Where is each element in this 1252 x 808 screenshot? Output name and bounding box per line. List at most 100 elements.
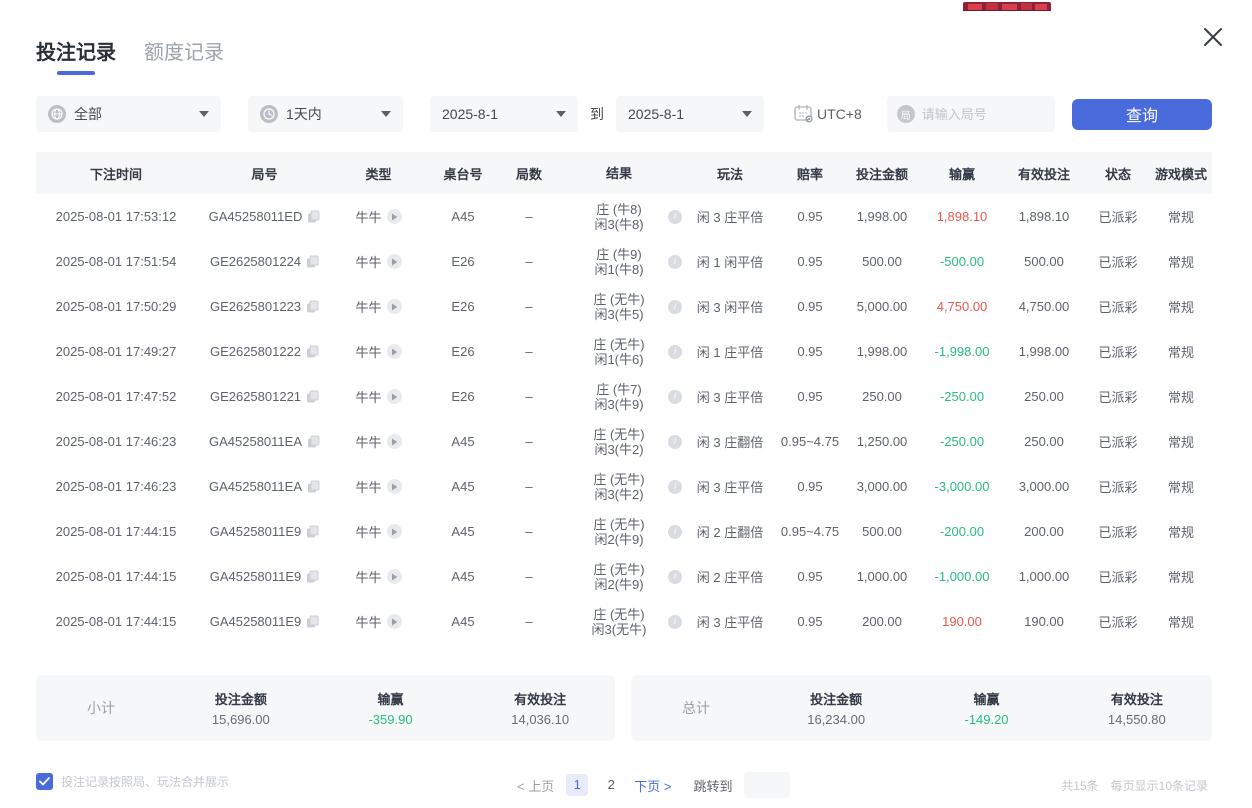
play-video-icon[interactable] bbox=[387, 299, 402, 314]
bet-amount: 250.00 bbox=[842, 389, 922, 404]
result-cell: 庄 (无牛) 闲2(牛9) i bbox=[556, 562, 682, 592]
play-video-icon[interactable] bbox=[387, 614, 402, 629]
time-range-dropdown[interactable]: 1天内 bbox=[248, 96, 403, 132]
round-number-cell: GA45258011E9 bbox=[196, 524, 333, 539]
category-value: 全部 bbox=[74, 104, 102, 124]
play-video-icon[interactable] bbox=[387, 209, 402, 224]
merge-option: 投注记录按照局、玩法合并展示 bbox=[36, 773, 229, 790]
odds: 0.95~4.75 bbox=[778, 524, 842, 539]
table-row: 2025-08-01 17:49:27 GE2625801222 牛牛 E26 … bbox=[36, 329, 1212, 374]
bet-amount: 3,000.00 bbox=[842, 479, 922, 494]
round-number-icon: 局 bbox=[897, 105, 915, 123]
game-type-cell: 牛牛 bbox=[333, 522, 424, 541]
odds: 0.95 bbox=[778, 254, 842, 269]
prev-page-button[interactable]: < 上页 bbox=[517, 776, 554, 795]
play-video-icon[interactable] bbox=[387, 569, 402, 584]
copy-icon[interactable] bbox=[306, 615, 319, 629]
copy-icon[interactable] bbox=[306, 570, 319, 584]
result-cell: 庄 (牛8) 闲3(牛8) i bbox=[556, 202, 682, 232]
game-mode: 常规 bbox=[1150, 252, 1212, 271]
result-player: 闲1(牛6) bbox=[556, 352, 682, 367]
round-count: – bbox=[502, 434, 556, 449]
round-number: GE2625801221 bbox=[210, 389, 301, 404]
round-search-input[interactable] bbox=[922, 107, 1032, 122]
info-icon[interactable]: i bbox=[668, 480, 682, 494]
table-row: 2025-08-01 17:44:15 GA45258011E9 牛牛 A45 … bbox=[36, 554, 1212, 599]
tab-bet-records[interactable]: 投注记录 bbox=[36, 36, 116, 75]
subtotal-winloss: 输赢 -359.90 bbox=[316, 689, 466, 727]
round-search: 局 bbox=[887, 96, 1055, 132]
page-button-2[interactable]: 2 bbox=[600, 774, 622, 796]
date-from-dropdown[interactable]: 2025-8-1 bbox=[430, 96, 578, 132]
copy-icon[interactable] bbox=[306, 255, 319, 269]
info-icon[interactable]: i bbox=[668, 615, 682, 629]
game-type: 牛牛 bbox=[355, 477, 381, 496]
valid-bet: 200.00 bbox=[1002, 524, 1086, 539]
round-number-cell: GE2625801224 bbox=[196, 254, 333, 269]
play-video-icon[interactable] bbox=[387, 344, 402, 359]
round-number: GA45258011EA bbox=[209, 434, 302, 449]
play-method: 闲 3 庄平倍 bbox=[682, 612, 778, 631]
win-loss: -200.00 bbox=[922, 524, 1002, 539]
copy-icon[interactable] bbox=[306, 345, 319, 359]
win-loss: 4,750.00 bbox=[922, 299, 1002, 314]
round-number-cell: GA45258011ED bbox=[196, 209, 333, 224]
info-icon[interactable]: i bbox=[668, 390, 682, 404]
copy-icon[interactable] bbox=[306, 300, 319, 314]
play-video-icon[interactable] bbox=[387, 479, 402, 494]
tab-quota-records[interactable]: 额度记录 bbox=[144, 36, 224, 75]
result-cell: 庄 (无牛) 闲3(无牛) i bbox=[556, 607, 682, 637]
valid-bet: 1,000.00 bbox=[1002, 569, 1086, 584]
merge-checkbox[interactable] bbox=[36, 773, 53, 790]
jump-to-input[interactable] bbox=[744, 772, 790, 798]
info-icon[interactable]: i bbox=[668, 435, 682, 449]
timezone-display[interactable]: UTC+8 bbox=[794, 105, 862, 123]
info-icon[interactable]: i bbox=[668, 570, 682, 584]
result-player: 闲3(无牛) bbox=[556, 622, 682, 637]
valid-bet: 1,998.00 bbox=[1002, 344, 1086, 359]
info-icon[interactable]: i bbox=[668, 255, 682, 269]
game-type-cell: 牛牛 bbox=[333, 477, 424, 496]
round-number-cell: GA45258011EA bbox=[196, 434, 333, 449]
bet-time: 2025-08-01 17:44:15 bbox=[36, 524, 196, 539]
copy-icon[interactable] bbox=[307, 435, 320, 449]
status-badge: 已派彩 bbox=[1086, 477, 1150, 496]
info-icon[interactable]: i bbox=[668, 210, 682, 224]
copy-icon[interactable] bbox=[306, 525, 319, 539]
category-dropdown[interactable]: 全部 bbox=[36, 96, 221, 132]
info-icon[interactable]: i bbox=[668, 300, 682, 314]
table-row: 2025-08-01 17:53:12 GA45258011ED 牛牛 A45 … bbox=[36, 194, 1212, 239]
play-video-icon[interactable] bbox=[387, 389, 402, 404]
win-loss: -250.00 bbox=[922, 434, 1002, 449]
table-row: 2025-08-01 17:44:15 GA45258011E9 牛牛 A45 … bbox=[36, 599, 1212, 644]
table-number: E26 bbox=[424, 389, 502, 404]
status-badge: 已派彩 bbox=[1086, 432, 1150, 451]
next-page-button[interactable]: 下页 > bbox=[634, 776, 671, 795]
close-icon[interactable] bbox=[1200, 24, 1226, 50]
filter-bar: 全部 1天内 2025-8-1 到 2025-8-1 bbox=[36, 96, 1212, 132]
date-to-dropdown[interactable]: 2025-8-1 bbox=[616, 96, 764, 132]
table-number: A45 bbox=[424, 479, 502, 494]
play-method: 闲 1 庄平倍 bbox=[682, 342, 778, 361]
odds: 0.95 bbox=[778, 209, 842, 224]
query-button[interactable]: 查询 bbox=[1072, 99, 1212, 130]
page-button-1[interactable]: 1 bbox=[566, 774, 588, 796]
copy-icon[interactable] bbox=[306, 390, 319, 404]
round-number-cell: GA45258011E9 bbox=[196, 569, 333, 584]
bet-time: 2025-08-01 17:44:15 bbox=[36, 569, 196, 584]
win-loss: -1,998.00 bbox=[922, 344, 1002, 359]
play-method: 闲 3 闲平倍 bbox=[682, 297, 778, 316]
play-video-icon[interactable] bbox=[387, 434, 402, 449]
play-video-icon[interactable] bbox=[387, 524, 402, 539]
game-type: 牛牛 bbox=[355, 342, 381, 361]
table-number: A45 bbox=[424, 434, 502, 449]
play-video-icon[interactable] bbox=[387, 254, 402, 269]
copy-icon[interactable] bbox=[307, 210, 320, 224]
chevron-down-icon bbox=[742, 111, 752, 117]
game-type: 牛牛 bbox=[355, 612, 381, 631]
result-cell: 庄 (无牛) 闲3(牛2) i bbox=[556, 427, 682, 457]
info-icon[interactable]: i bbox=[668, 345, 682, 359]
copy-icon[interactable] bbox=[307, 480, 320, 494]
bet-time: 2025-08-01 17:46:23 bbox=[36, 479, 196, 494]
info-icon[interactable]: i bbox=[668, 525, 682, 539]
